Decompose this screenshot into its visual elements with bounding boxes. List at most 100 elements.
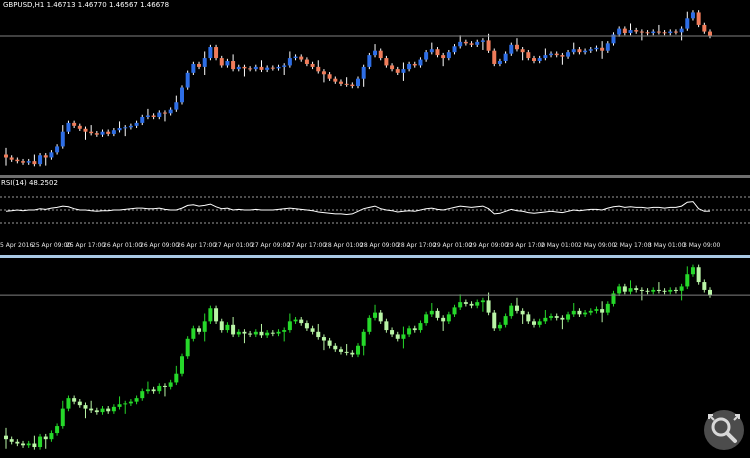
time-tick-label: 2 May 01:00 (541, 242, 579, 249)
price-chart-pane[interactable]: GBPUSD,H1 1.46713 1.46770 1.46567 1.4667… (0, 0, 750, 175)
main-candle (299, 56, 304, 60)
main-candle (327, 74, 332, 79)
main-candle (253, 66, 258, 70)
lower-candle (219, 321, 224, 331)
lower-candle (520, 310, 525, 315)
lower-candle (639, 289, 644, 291)
main-candle (191, 63, 196, 73)
main-candle (571, 49, 576, 53)
lower-candle (185, 338, 190, 357)
main-candle (231, 61, 236, 70)
time-axis: 5 Apr 2016 25 Apr 09:00 25 Apr 17:00 26 Apr… (0, 240, 750, 254)
main-candle (639, 31, 644, 33)
lower-candle (594, 309, 599, 311)
lower-candle (83, 405, 88, 409)
main-candle (151, 115, 156, 117)
lower-candle (106, 408, 111, 412)
lower-candle (202, 321, 207, 332)
lower-candle (424, 314, 429, 324)
lower-candle (157, 385, 162, 392)
main-candle (344, 83, 349, 85)
main-candle (656, 31, 661, 33)
lower-candle (668, 289, 673, 292)
lower-candle (270, 332, 275, 334)
lower-candle (588, 310, 593, 313)
lower-candle (475, 302, 480, 306)
main-candle (66, 122, 71, 132)
lower-candle (600, 309, 605, 313)
lower-candle (429, 310, 434, 315)
time-tick-label: 29 Apr 17:00 (506, 242, 546, 249)
main-candle (83, 128, 88, 132)
time-tick-label: 26 Apr 09:00 (140, 242, 180, 249)
main-candle (32, 161, 37, 165)
main-candle (361, 66, 366, 79)
lower-candle (418, 323, 423, 331)
lower-candle (287, 321, 292, 331)
lower-candle (373, 312, 378, 318)
main-candle (509, 44, 514, 54)
main-candle (140, 116, 145, 123)
main-candle (566, 52, 571, 57)
main-candle (390, 65, 395, 70)
lower-candle (497, 324, 502, 329)
main-candle (475, 41, 480, 45)
lower-candle (514, 305, 519, 311)
main-candle (43, 155, 48, 158)
rsi-indicator-pane[interactable]: RSI(14) 48.2502 (0, 178, 750, 240)
lower-candle (162, 385, 167, 387)
lower-candle (32, 443, 37, 448)
lower-candle (645, 290, 650, 292)
time-tick-label: 2 May 17:00 (614, 242, 652, 249)
main-candle (708, 31, 712, 36)
lower-candle (26, 443, 31, 446)
lower-candle (549, 316, 554, 318)
main-candle (38, 155, 43, 165)
lower-candle (503, 316, 508, 325)
main-candle (208, 47, 213, 59)
lower-candle (145, 389, 150, 392)
main-candle (645, 32, 650, 34)
main-candle (407, 63, 412, 70)
lower-candle (617, 286, 622, 294)
main-candle (333, 78, 338, 82)
main-candle (197, 63, 202, 67)
main-candle (77, 125, 82, 129)
lower-candle (390, 330, 395, 335)
lower-candle (532, 321, 536, 325)
time-tick-label: 26 Apr 17:00 (177, 242, 217, 249)
lower-candle (696, 267, 701, 283)
lower-candle (651, 289, 656, 292)
lower-candle (708, 289, 712, 296)
main-candle (60, 131, 65, 147)
lower-candle (634, 288, 639, 290)
time-tick-label: 2 May 09:00 (578, 242, 616, 249)
lower-candle (463, 302, 468, 304)
lower-candle (486, 300, 491, 313)
main-candle (395, 69, 400, 73)
lower-candle (38, 436, 43, 448)
main-candle (452, 46, 457, 53)
main-candle (622, 28, 627, 34)
main-candle (662, 32, 667, 34)
main-candle (685, 18, 690, 29)
lower-candle (407, 328, 412, 335)
lower-candle (316, 331, 321, 338)
lower-candle (231, 324, 236, 335)
main-candle (378, 50, 383, 59)
time-tick-label: 3 May 01:00 (648, 242, 686, 249)
lower-candle (66, 398, 71, 409)
main-candle (287, 58, 292, 66)
main-candle (185, 72, 190, 88)
lower-chart-pane[interactable] (0, 258, 750, 458)
lower-candle (151, 389, 156, 392)
price-candles (0, 10, 750, 167)
main-candle (106, 131, 111, 134)
time-tick-label: 3 May 09:00 (683, 242, 721, 249)
lower-candle (384, 321, 389, 331)
lower-candle (21, 443, 26, 446)
zoom-button[interactable] (704, 410, 744, 450)
main-candle (293, 56, 298, 59)
time-tick-label: 27 Apr 01:00 (214, 242, 254, 249)
lower-candle (282, 330, 287, 332)
